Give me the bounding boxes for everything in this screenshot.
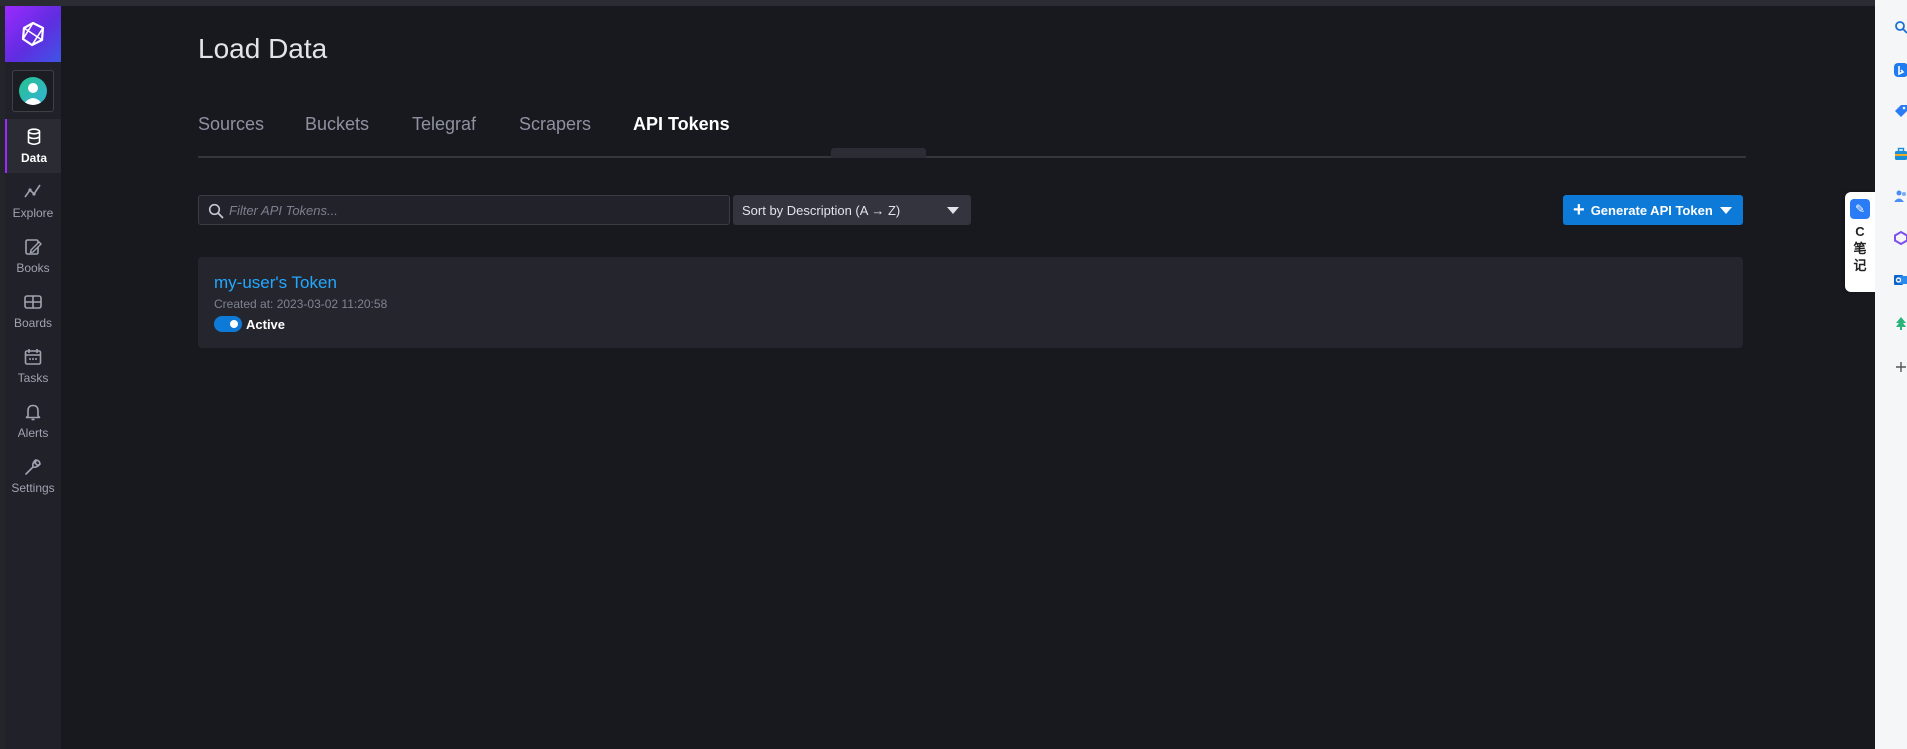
token-status-label: Active bbox=[246, 317, 286, 332]
token-name-link[interactable]: my-user's Token bbox=[214, 273, 337, 293]
people-icon[interactable] bbox=[1894, 189, 1907, 203]
generate-api-token-label: Generate API Token bbox=[1590, 202, 1713, 218]
nav-item-label: Data bbox=[20, 151, 47, 165]
notebook-icon bbox=[25, 239, 42, 255]
tag-icon[interactable] bbox=[1894, 104, 1907, 118]
chevron-down-icon bbox=[1720, 207, 1732, 214]
generate-api-token-button[interactable]: + Generate API Token bbox=[1563, 195, 1743, 225]
note-pen-icon: ✎ bbox=[1850, 199, 1870, 219]
briefcase-icon[interactable] bbox=[1894, 147, 1907, 161]
tab-sources[interactable]: Sources bbox=[198, 114, 264, 135]
chevron-down-icon bbox=[947, 207, 959, 214]
sidebar-nav: Data Explore Books Boards Tasks Alerts S… bbox=[5, 6, 61, 749]
user-avatar[interactable] bbox=[12, 70, 54, 112]
influxdb-logo-icon[interactable] bbox=[5, 6, 61, 62]
copilot-icon[interactable] bbox=[1894, 231, 1907, 245]
tab-bar: Sources Buckets Telegraf Scrapers API To… bbox=[198, 104, 1746, 158]
nav-item-label: Settings bbox=[11, 481, 55, 495]
nav-item-label: Explore bbox=[12, 206, 54, 220]
nav-item-tasks[interactable]: Tasks bbox=[5, 339, 61, 393]
nav-item-settings[interactable]: Settings bbox=[5, 449, 61, 503]
sort-dropdown-label: Sort by Description (A → Z) bbox=[742, 202, 901, 218]
wrench-icon bbox=[25, 459, 41, 475]
tab-buckets[interactable]: Buckets bbox=[305, 114, 369, 135]
note-widget[interactable]: ✎ C笔记 bbox=[1845, 192, 1875, 292]
filter-search-box bbox=[198, 195, 730, 225]
active-tab-indicator bbox=[831, 148, 926, 158]
app-frame: Data Explore Books Boards Tasks Alerts S… bbox=[0, 0, 1907, 749]
nav-item-label: Books bbox=[16, 261, 50, 275]
nav-item-label: Boards bbox=[13, 316, 53, 330]
nav-item-data[interactable]: Data bbox=[5, 119, 61, 173]
tab-telegraf[interactable]: Telegraf bbox=[412, 114, 476, 135]
avatar-icon bbox=[19, 77, 47, 105]
search-icon bbox=[208, 203, 224, 219]
nav-item-books[interactable]: Books bbox=[5, 229, 61, 283]
cube-logo-icon bbox=[21, 21, 45, 47]
calendar-icon bbox=[24, 349, 42, 365]
bing-icon[interactable] bbox=[1894, 63, 1907, 77]
bell-icon bbox=[25, 404, 41, 421]
sort-dropdown[interactable]: Sort by Description (A → Z) bbox=[733, 195, 971, 225]
token-created-at: Created at: 2023-03-02 11:20:58 bbox=[214, 297, 388, 311]
filter-tokens-input[interactable] bbox=[229, 196, 724, 224]
nav-item-boards[interactable]: Boards bbox=[5, 284, 61, 338]
browser-side-panel bbox=[1875, 0, 1907, 749]
nav-item-label: Tasks bbox=[17, 371, 49, 385]
window-top-edge bbox=[0, 0, 1875, 6]
token-card: my-user's Token Created at: 2023-03-02 1… bbox=[198, 257, 1743, 348]
tab-api-tokens[interactable]: API Tokens bbox=[633, 114, 730, 135]
graph-icon bbox=[24, 184, 41, 198]
tab-scrapers[interactable]: Scrapers bbox=[519, 114, 591, 135]
note-widget-label: C笔记 bbox=[1853, 224, 1867, 273]
toggle-knob bbox=[230, 320, 238, 328]
add-icon[interactable] bbox=[1894, 360, 1907, 374]
token-status-toggle[interactable] bbox=[214, 316, 242, 332]
search-icon[interactable] bbox=[1894, 20, 1907, 34]
plus-icon: + bbox=[1573, 199, 1585, 221]
dashboard-icon bbox=[24, 295, 42, 309]
outlook-icon[interactable] bbox=[1894, 273, 1907, 287]
nav-item-label: Alerts bbox=[17, 426, 49, 440]
page-title: Load Data bbox=[198, 33, 328, 64]
database-icon bbox=[27, 128, 41, 146]
nav-item-alerts[interactable]: Alerts bbox=[5, 394, 61, 448]
nav-item-explore[interactable]: Explore bbox=[5, 174, 61, 228]
tree-icon[interactable] bbox=[1894, 316, 1907, 330]
